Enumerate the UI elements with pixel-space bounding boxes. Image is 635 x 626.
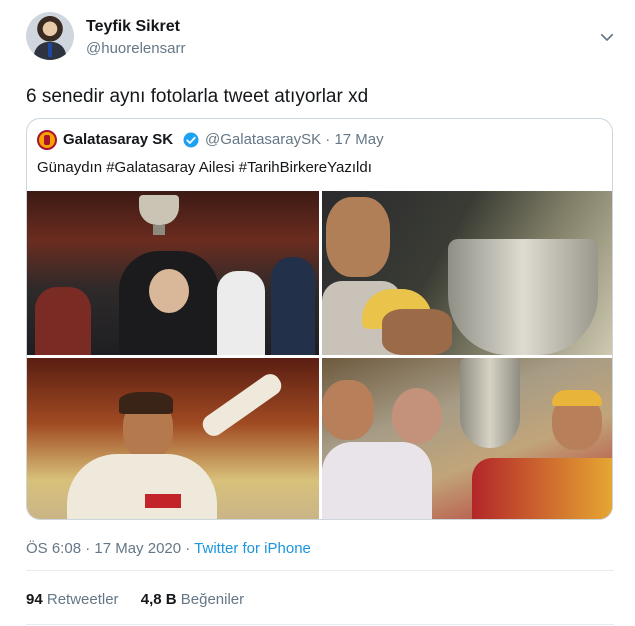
retweets-count[interactable]: 94 [26, 591, 43, 608]
verified-badge-icon [183, 132, 199, 148]
author-display-name[interactable]: Teyfik Sikret [86, 18, 180, 36]
avatar-tie-shape [48, 43, 52, 57]
tweet-text: 6 senedir aynı fotolarla tweet atıyorlar… [26, 86, 369, 107]
club-logo-icon [37, 130, 57, 150]
tweet-stats: 94 Retweetler 4,8 B Beğeniler [26, 591, 262, 608]
tweet-timestamp[interactable]: ÖS 6:08 · 17 May 2020 · Twitter for iPho… [26, 540, 311, 557]
avatar[interactable] [26, 12, 74, 60]
likes-count[interactable]: 4,8 B [141, 591, 177, 608]
divider [26, 624, 614, 625]
photo-team-lifting-cup[interactable] [322, 358, 612, 519]
retweets-label[interactable]: Retweetler [47, 591, 119, 608]
photo-grid[interactable] [27, 191, 612, 519]
quoted-author-name: Galatasaray SK [63, 131, 174, 148]
author-username[interactable]: @huorelensarr [86, 40, 185, 57]
quoted-tweet[interactable]: Galatasaray SK @GalatasaraySK · 17 May G… [26, 118, 613, 520]
divider [26, 570, 614, 571]
quoted-text: Günaydın #Galatasaray Ailesi #TarihBirke… [37, 159, 372, 176]
photo-player-pointing[interactable] [27, 358, 319, 519]
quoted-handle-date: @GalatasaraySK · 17 May [205, 131, 384, 148]
photo-trophy-celebration[interactable] [27, 191, 319, 355]
likes-label[interactable]: Beğeniler [181, 591, 244, 608]
timestamp-text[interactable]: ÖS 6:08 · 17 May 2020 · [26, 540, 194, 557]
photo-player-with-cup[interactable] [322, 191, 612, 355]
chevron-down-icon[interactable] [598, 28, 616, 46]
tweet-source-link[interactable]: Twitter for iPhone [194, 540, 311, 557]
